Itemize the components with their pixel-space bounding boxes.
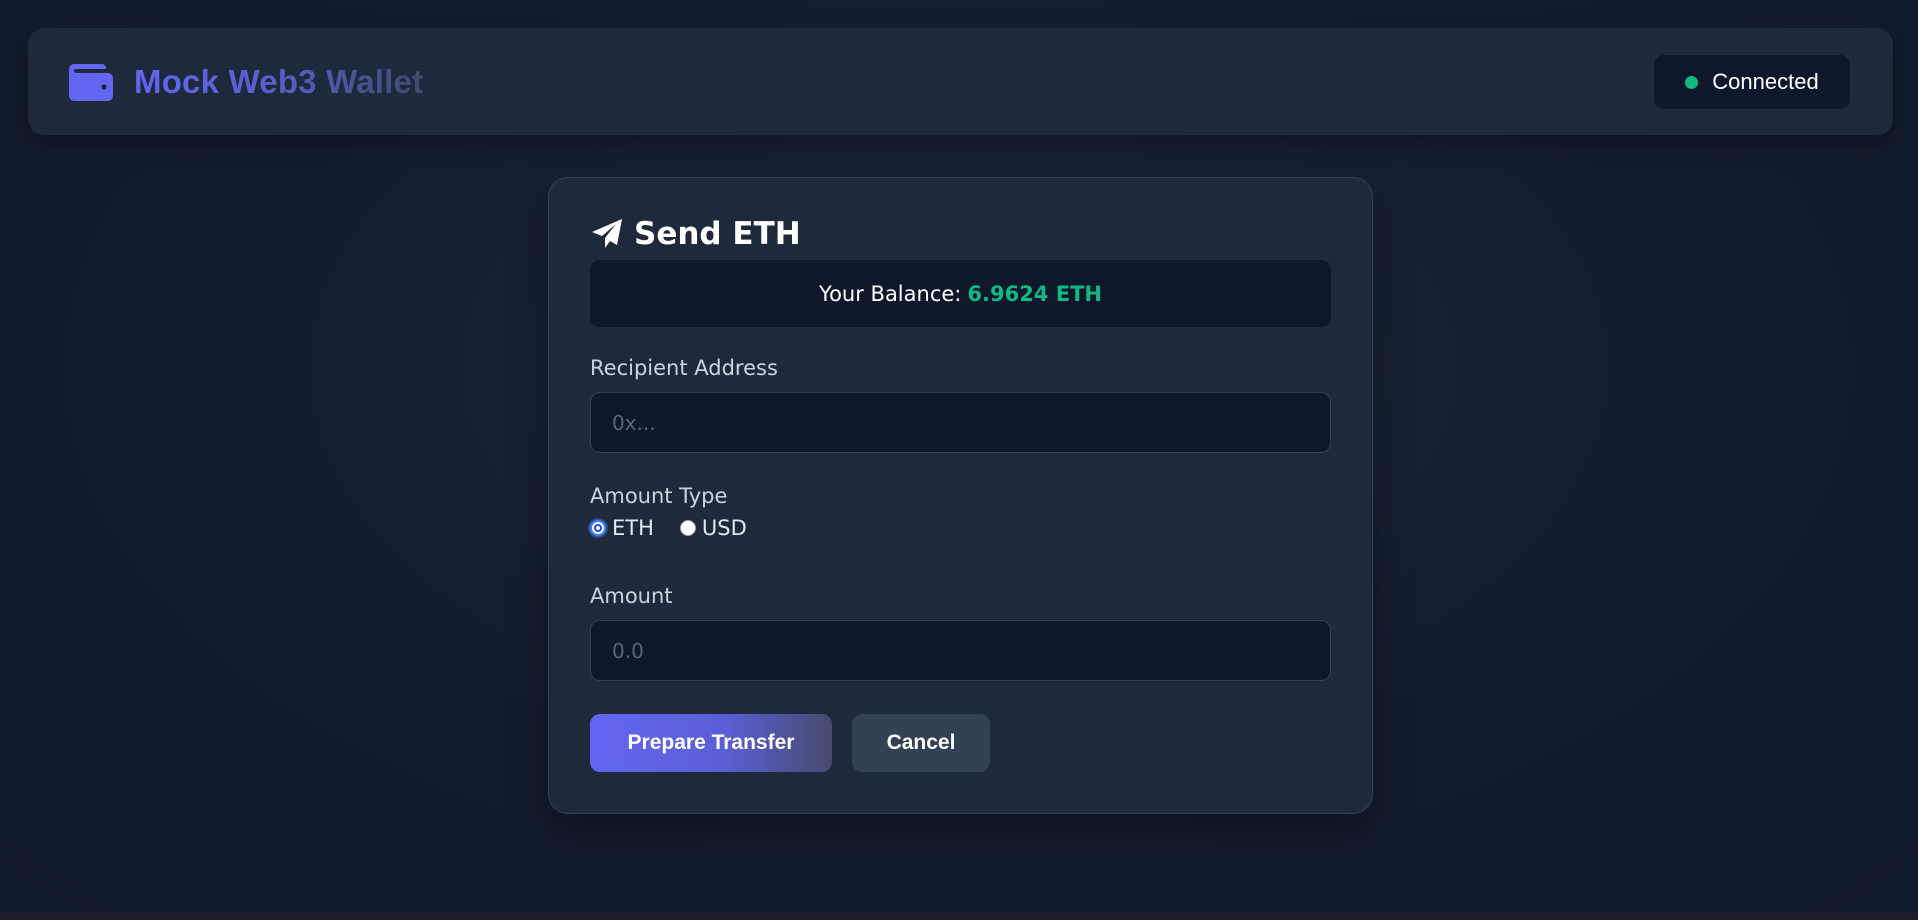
card-title: Send ETH xyxy=(590,216,801,252)
amount-type-radio-group: ETH USD xyxy=(590,516,773,540)
wallet-icon xyxy=(68,62,114,102)
balance-display: Your Balance: 6.9624 ETH xyxy=(590,260,1331,327)
card-title-text: Send ETH xyxy=(634,216,801,252)
app-header: Mock Web3 Wallet Connected xyxy=(28,28,1893,135)
usd-radio-label: USD xyxy=(701,516,747,540)
prepare-transfer-button[interactable]: Prepare Transfer xyxy=(590,714,832,772)
app-title: Mock Web3 Wallet xyxy=(134,62,424,100)
cancel-button[interactable]: Cancel xyxy=(852,714,990,772)
recipient-address-label: Recipient Address xyxy=(590,356,778,380)
connection-status-label: Connected xyxy=(1712,69,1819,94)
bottom-edge xyxy=(0,912,1918,920)
eth-radio-button[interactable] xyxy=(590,520,606,536)
brand: Mock Web3 Wallet xyxy=(68,28,423,135)
eth-radio-label: ETH xyxy=(612,516,654,540)
recipient-address-input[interactable] xyxy=(590,392,1331,453)
amount-type-label: Amount Type xyxy=(590,484,728,508)
amount-input[interactable] xyxy=(590,620,1331,681)
usd-radio-button[interactable] xyxy=(679,520,696,536)
paper-plane-icon xyxy=(590,217,624,251)
amount-type-option-usd[interactable]: USD xyxy=(679,516,747,540)
amount-label: Amount xyxy=(590,584,673,608)
balance-value: 6.9624 ETH xyxy=(967,281,1102,306)
amount-type-option-eth[interactable]: ETH xyxy=(590,516,654,540)
send-eth-card: Send ETH Your Balance: 6.9624 ETH Recipi… xyxy=(548,177,1373,814)
status-dot-icon xyxy=(1685,75,1699,89)
balance-label: Your Balance: xyxy=(819,281,962,306)
connection-status-badge: Connected xyxy=(1654,55,1850,109)
